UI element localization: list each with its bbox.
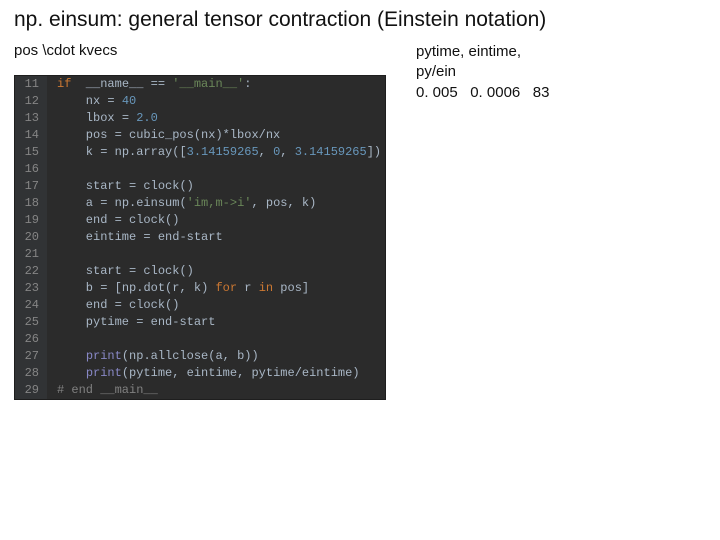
line-number: 29 bbox=[15, 382, 47, 399]
line-number: 26 bbox=[15, 331, 47, 348]
slide-title: np. einsum: general tensor contraction (… bbox=[14, 8, 706, 32]
line-number: 19 bbox=[15, 212, 47, 229]
code-source: print(pytime, eintime, pytime/eintime) bbox=[47, 365, 381, 382]
code-line: 29# end __main__ bbox=[15, 382, 381, 399]
line-number: 13 bbox=[15, 110, 47, 127]
left-subheading: pos \cdot kvecs bbox=[14, 42, 386, 59]
line-number: 17 bbox=[15, 178, 47, 195]
code-source: k = np.array([3.14159265, 0, 3.14159265]… bbox=[47, 144, 381, 161]
code-block: 11if __name__ == '__main__':12 nx = 4013… bbox=[14, 75, 386, 400]
code-line: 13 lbox = 2.0 bbox=[15, 110, 381, 127]
code-line: 19 end = clock() bbox=[15, 212, 381, 229]
code-line: 27 print(np.allclose(a, b)) bbox=[15, 348, 381, 365]
code-source: if __name__ == '__main__': bbox=[47, 76, 381, 93]
code-table: 11if __name__ == '__main__':12 nx = 4013… bbox=[15, 76, 381, 399]
line-number: 16 bbox=[15, 161, 47, 178]
code-source: start = clock() bbox=[47, 178, 381, 195]
left-column: pos \cdot kvecs 11if __name__ == '__main… bbox=[14, 42, 386, 400]
code-source: # end __main__ bbox=[47, 382, 381, 399]
code-source: a = np.einsum('im,m->i', pos, k) bbox=[47, 195, 381, 212]
line-number: 25 bbox=[15, 314, 47, 331]
line-number: 18 bbox=[15, 195, 47, 212]
code-line: 26 bbox=[15, 331, 381, 348]
code-line: 24 end = clock() bbox=[15, 297, 381, 314]
code-source: lbox = 2.0 bbox=[47, 110, 381, 127]
code-line: 21 bbox=[15, 246, 381, 263]
timing-values: 0. 005 0. 0006 83 bbox=[416, 83, 706, 103]
code-source: pos = cubic_pos(nx)*lbox/nx bbox=[47, 127, 381, 144]
code-line: 17 start = clock() bbox=[15, 178, 381, 195]
line-number: 24 bbox=[15, 297, 47, 314]
line-number: 20 bbox=[15, 229, 47, 246]
code-source: pytime = end-start bbox=[47, 314, 381, 331]
line-number: 28 bbox=[15, 365, 47, 382]
code-line: 12 nx = 40 bbox=[15, 93, 381, 110]
line-number: 15 bbox=[15, 144, 47, 161]
line-number: 21 bbox=[15, 246, 47, 263]
code-line: 25 pytime = end-start bbox=[15, 314, 381, 331]
code-line: 16 bbox=[15, 161, 381, 178]
line-number: 14 bbox=[15, 127, 47, 144]
code-source: end = clock() bbox=[47, 297, 381, 314]
code-line: 23 b = [np.dot(r, k) for r in pos] bbox=[15, 280, 381, 297]
code-source: start = clock() bbox=[47, 263, 381, 280]
line-number: 23 bbox=[15, 280, 47, 297]
slide: np. einsum: general tensor contraction (… bbox=[0, 0, 720, 540]
code-line: 18 a = np.einsum('im,m->i', pos, k) bbox=[15, 195, 381, 212]
code-line: 11if __name__ == '__main__': bbox=[15, 76, 381, 93]
code-line: 15 k = np.array([3.14159265, 0, 3.141592… bbox=[15, 144, 381, 161]
line-number: 12 bbox=[15, 93, 47, 110]
code-source: eintime = end-start bbox=[47, 229, 381, 246]
code-source bbox=[47, 246, 381, 263]
line-number: 11 bbox=[15, 76, 47, 93]
code-source bbox=[47, 331, 381, 348]
code-source: nx = 40 bbox=[47, 93, 381, 110]
code-source: end = clock() bbox=[47, 212, 381, 229]
timing-header: pytime, eintime, py/ein bbox=[416, 42, 706, 83]
line-number: 27 bbox=[15, 348, 47, 365]
code-line: 28 print(pytime, eintime, pytime/eintime… bbox=[15, 365, 381, 382]
code-source: print(np.allclose(a, b)) bbox=[47, 348, 381, 365]
columns: pos \cdot kvecs 11if __name__ == '__main… bbox=[14, 42, 706, 400]
line-number: 22 bbox=[15, 263, 47, 280]
code-line: 20 eintime = end-start bbox=[15, 229, 381, 246]
right-column: pytime, eintime, py/ein 0. 005 0. 0006 8… bbox=[416, 42, 706, 103]
code-source: b = [np.dot(r, k) for r in pos] bbox=[47, 280, 381, 297]
code-line: 22 start = clock() bbox=[15, 263, 381, 280]
code-line: 14 pos = cubic_pos(nx)*lbox/nx bbox=[15, 127, 381, 144]
code-source bbox=[47, 161, 381, 178]
